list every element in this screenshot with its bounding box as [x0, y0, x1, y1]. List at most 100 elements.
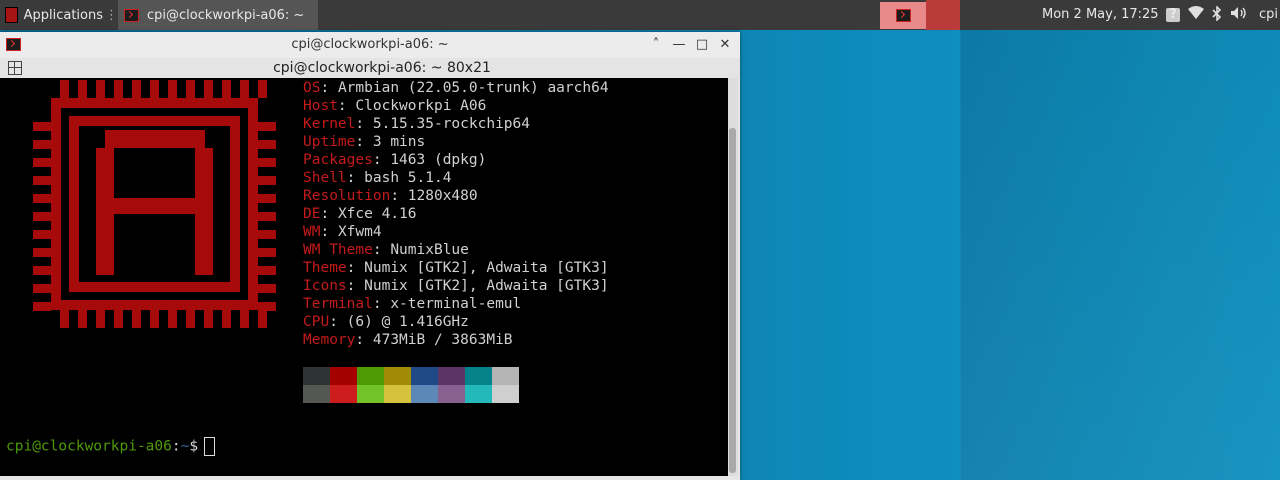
sysinfo-line: Uptime: 3 mins — [303, 134, 426, 150]
logo-block — [33, 140, 51, 149]
color-palette — [303, 367, 519, 403]
logo-block — [51, 300, 258, 310]
prompt-symbol: $ — [189, 438, 199, 455]
logo-block — [186, 80, 195, 98]
sysinfo-key: Host — [303, 98, 338, 114]
logo-block — [51, 98, 258, 108]
logo-block — [78, 80, 87, 98]
window-title: cpi@clockworkpi-a06: ~ — [291, 37, 449, 52]
logo-block — [150, 80, 159, 98]
logo-block — [114, 310, 123, 328]
palette-swatch — [357, 385, 384, 403]
sysinfo-value: Xfwm4 — [337, 224, 382, 240]
sysinfo-value: 1463 (dpkg) — [390, 152, 487, 168]
scrollbar[interactable] — [728, 78, 738, 476]
applications-logo-icon — [5, 7, 18, 23]
logo-block — [33, 176, 51, 185]
sysinfo-key: WM Theme — [303, 242, 373, 258]
logo-block — [258, 310, 267, 328]
window-titlebar[interactable]: cpi@clockworkpi-a06: ~ ˄ — □ ✕ — [0, 32, 740, 59]
logo-block — [33, 284, 51, 293]
logo-block — [105, 130, 205, 148]
logo-block — [258, 230, 276, 239]
logo-block — [204, 80, 213, 98]
minimize-button[interactable]: — — [668, 32, 690, 58]
palette-swatch — [411, 367, 438, 385]
sysinfo-value: bash 5.1.4 — [364, 170, 452, 186]
sysinfo-value: 473MiB / 3863MiB — [372, 332, 513, 348]
bluetooth-icon[interactable] — [1212, 4, 1222, 25]
logo-block — [258, 266, 276, 275]
logo-block — [222, 80, 231, 98]
sysinfo-key: Terminal — [303, 296, 373, 312]
logo-block — [33, 158, 51, 167]
taskbar-item-terminal[interactable]: cpi@clockworkpi-a06: ~ — [118, 0, 318, 30]
logo-block — [69, 116, 79, 292]
palette-swatch — [438, 385, 465, 403]
sysinfo-value: 1280x480 — [407, 188, 478, 204]
wifi-icon[interactable] — [1188, 6, 1204, 24]
sysinfo-key: Packages — [303, 152, 373, 168]
logo-block — [204, 310, 213, 328]
logo-block — [258, 80, 267, 98]
logo-block — [33, 212, 51, 221]
logo-block — [258, 284, 276, 293]
palette-swatch — [411, 385, 438, 403]
logo-block — [248, 98, 258, 310]
logo-block — [258, 302, 276, 311]
sysinfo-key: Kernel — [303, 116, 356, 132]
sysinfo-key: CPU — [303, 314, 330, 330]
sysinfo-line: Host: Clockworkpi A06 — [303, 98, 487, 114]
sysinfo-line: OS: Armbian (22.05.0-trunk) aarch64 — [303, 80, 609, 96]
sysinfo-line: Icons: Numix [GTK2], Adwaita [GTK3] — [303, 278, 609, 294]
terminal-screen[interactable]: OS: Armbian (22.05.0-trunk) aarch64 Host:… — [0, 78, 728, 476]
sysinfo-value: x-terminal-emul — [390, 296, 522, 312]
close-button[interactable]: ✕ — [714, 32, 736, 58]
sysinfo-key: DE — [303, 206, 321, 222]
maximize-button[interactable]: □ — [691, 32, 713, 58]
sysinfo-line: CPU: (6) @ 1.416GHz — [303, 314, 469, 330]
text-cursor — [204, 437, 216, 456]
logo-block — [69, 282, 240, 292]
logo-block — [60, 310, 69, 328]
palette-swatch — [438, 367, 465, 385]
sysinfo-value: Numix [GTK2], Adwaita [GTK3] — [364, 278, 609, 294]
sysinfo-value: (6) @ 1.416GHz — [346, 314, 469, 330]
palette-swatch — [465, 367, 492, 385]
user-menu[interactable]: cpi — [1259, 0, 1278, 30]
shade-button[interactable]: ˄ — [645, 32, 667, 58]
sysinfo-key: OS — [303, 80, 321, 96]
sysinfo-value: Numix [GTK2], Adwaita [GTK3] — [364, 260, 609, 276]
logo-block — [33, 266, 51, 275]
clock[interactable]: Mon 2 May, 17:25 — [1042, 0, 1159, 30]
logo-block — [132, 80, 141, 98]
sysinfo-line: Kernel: 5.15.35-rockchip64 — [303, 116, 530, 132]
applications-label: Applications — [23, 7, 103, 23]
tab-title[interactable]: cpi@clockworkpi-a06: ~ 80x21 — [0, 58, 764, 78]
sysinfo-key: Shell — [303, 170, 347, 186]
sysinfo-key: Icons — [303, 278, 347, 294]
workspace-2-button[interactable] — [926, 0, 960, 30]
system-tray: ? — [1166, 0, 1248, 30]
applications-menu-button[interactable]: Applications ⋮ — [0, 0, 118, 30]
terminal-icon — [895, 9, 911, 22]
scrollbar-thumb[interactable] — [729, 128, 736, 473]
logo-block — [258, 158, 276, 167]
palette-swatch — [384, 367, 411, 385]
logo-block — [33, 230, 51, 239]
palette-swatch — [384, 385, 411, 403]
workspace-1-button[interactable] — [880, 2, 926, 29]
sysinfo-line: WM: Xfwm4 — [303, 224, 382, 240]
shell-prompt[interactable]: cpi@clockworkpi-a06:~$ — [6, 437, 216, 456]
sysinfo-value: 5.15.35-rockchip64 — [372, 116, 530, 132]
logo-block — [96, 148, 114, 275]
logo-block — [78, 310, 87, 328]
logo-block — [258, 122, 276, 131]
help-icon[interactable]: ? — [1166, 8, 1180, 22]
sysinfo-line: DE: Xfce 4.16 — [303, 206, 417, 222]
volume-icon[interactable] — [1230, 6, 1248, 24]
logo-block — [222, 310, 231, 328]
logo-block — [240, 310, 249, 328]
palette-swatch — [492, 367, 519, 385]
logo-block — [114, 198, 195, 214]
